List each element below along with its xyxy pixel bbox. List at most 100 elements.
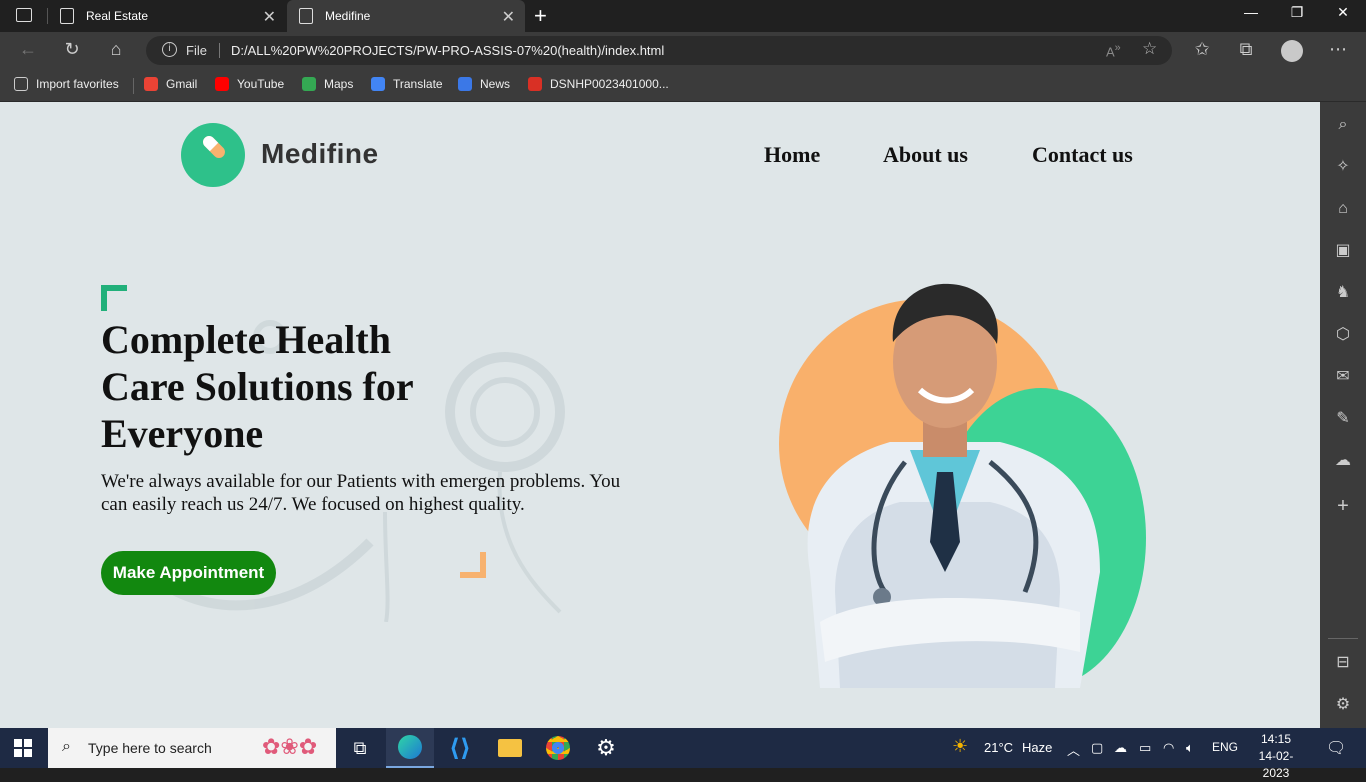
weather-icon[interactable]: ☀: [952, 736, 968, 757]
scheme-label: File: [186, 43, 207, 58]
settings-app-icon[interactable]: ⚙: [582, 728, 630, 768]
shopping-tag-icon[interactable]: ⌂: [1332, 198, 1354, 220]
file-explorer-icon[interactable]: [486, 728, 534, 768]
youtube-icon: [215, 77, 229, 91]
onedrive-icon[interactable]: ☁: [1114, 740, 1127, 756]
favorites-icon[interactable]: ✩: [1188, 39, 1216, 60]
close-window-icon[interactable]: ✕: [1320, 4, 1366, 21]
flowers-icon: ✿❀✿: [262, 734, 318, 759]
bookmark-label: Translate: [393, 77, 443, 91]
new-tab-button[interactable]: +: [534, 3, 547, 29]
pdf-icon: [528, 77, 542, 91]
page-icon: [299, 8, 313, 24]
taskbar-search-input[interactable]: ⌕ Type here to search ✿❀✿: [48, 728, 336, 768]
nav-about-us[interactable]: About us: [883, 142, 968, 168]
weather-temp[interactable]: 21°C: [984, 740, 1013, 755]
info-icon[interactable]: i: [162, 42, 177, 57]
address-bar-row: ← ↻ ⌂ i File D:/ALL%20PW%20PROJECTS/PW-P…: [0, 32, 1366, 69]
doctor-image: [807, 283, 1100, 688]
minimize-icon[interactable]: —: [1228, 4, 1274, 20]
bookmark-label: Maps: [324, 77, 354, 91]
bookmark-youtube[interactable]: YouTube: [215, 77, 284, 91]
bookmark-label: Import favorites: [36, 77, 119, 91]
wifi-icon[interactable]: ◠: [1163, 740, 1174, 756]
tools-icon[interactable]: ▣: [1332, 240, 1354, 262]
logo-text[interactable]: Medifine: [261, 138, 379, 170]
clock-date: 14-02-2023: [1258, 749, 1294, 780]
url-separator: [219, 43, 220, 58]
corner-accent-orange: [460, 552, 486, 578]
meet-now-icon[interactable]: ▢: [1091, 740, 1103, 756]
battery-icon[interactable]: ▭: [1139, 740, 1151, 756]
translate-icon: [371, 77, 385, 91]
tab-real-estate[interactable]: Real Estate ✕: [48, 0, 286, 32]
search-icon[interactable]: ⌕: [1332, 114, 1354, 136]
tab-medifine[interactable]: Medifine ✕: [287, 0, 525, 32]
show-hidden-icons-icon[interactable]: ︿: [1067, 740, 1080, 759]
url-text: D:/ALL%20PW%20PROJECTS/PW-PRO-ASSIS-07%2…: [231, 43, 665, 58]
notifications-icon[interactable]: 🗨︎: [1326, 738, 1346, 758]
weather-condition[interactable]: Haze: [1022, 740, 1052, 755]
sidebar-divider: [1328, 638, 1358, 639]
make-appointment-button[interactable]: Make Appointment: [101, 551, 276, 595]
tab-title: Medifine: [325, 9, 371, 23]
nav-contact-us[interactable]: Contact us: [1032, 142, 1133, 168]
chrome-app-icon[interactable]: [534, 728, 582, 768]
page-icon: [60, 8, 74, 24]
close-tab-icon[interactable]: ✕: [263, 7, 276, 27]
search-icon: ⌕: [62, 738, 71, 755]
maps-icon: [302, 77, 316, 91]
add-favorite-icon[interactable]: ☆: [1142, 39, 1157, 59]
logo-icon[interactable]: [181, 123, 245, 187]
volume-icon[interactable]: 🔈︎: [1186, 740, 1194, 756]
bookmark-gmail[interactable]: Gmail: [144, 77, 197, 91]
collections-icon[interactable]: ⧉: [1232, 39, 1260, 60]
back-icon[interactable]: ←: [14, 39, 42, 60]
clock[interactable]: 14:15 14-02-2023: [1246, 731, 1306, 782]
tab-actions-icon[interactable]: [16, 8, 32, 22]
hero-description: We're always available for our Patients …: [101, 471, 621, 515]
games-icon[interactable]: ♞: [1332, 282, 1354, 304]
outlook-icon[interactable]: ✉: [1332, 366, 1354, 388]
microsoft-365-icon[interactable]: ⬡: [1332, 324, 1354, 346]
vscode-app-icon[interactable]: ⟨⟩: [436, 728, 484, 768]
drop-icon[interactable]: ✎: [1332, 408, 1354, 430]
cloud-icon[interactable]: ☁: [1332, 450, 1354, 472]
hero-title: Complete Health Care Solutions for Every…: [101, 317, 413, 456]
more-icon[interactable]: ⋯: [1324, 39, 1352, 60]
bookmark-translate[interactable]: Translate: [371, 77, 443, 91]
bookmark-label: News: [480, 77, 511, 91]
settings-icon[interactable]: ⚙: [1332, 694, 1354, 716]
refresh-icon[interactable]: ↻: [58, 39, 86, 60]
close-tab-icon[interactable]: ✕: [502, 7, 515, 27]
bookmark-pdf[interactable]: DSNHP0023401000...: [528, 77, 669, 91]
address-input[interactable]: i File D:/ALL%20PW%20PROJECTS/PW-PRO-ASS…: [146, 36, 1172, 65]
import-icon: [14, 77, 28, 91]
clock-time: 14:15: [1260, 732, 1292, 746]
language-indicator[interactable]: ENG: [1212, 740, 1238, 754]
nav-home[interactable]: Home: [764, 142, 820, 168]
tab-title: Real Estate: [86, 9, 149, 23]
copilot-icon[interactable]: ✧: [1332, 156, 1354, 178]
windows-start-icon[interactable]: [14, 739, 32, 757]
restore-icon[interactable]: ❐: [1274, 4, 1320, 21]
bookmark-import-favorites[interactable]: Import favorites: [14, 77, 119, 91]
home-icon[interactable]: ⌂: [102, 39, 130, 60]
bookmark-label: DSNHP0023401000...: [550, 77, 669, 91]
edge-app-icon[interactable]: [386, 728, 434, 768]
bookmark-maps[interactable]: Maps: [302, 77, 353, 91]
read-aloud-icon[interactable]: A»: [1106, 42, 1121, 59]
bookmark-label: Gmail: [166, 77, 198, 91]
bookmark-divider: [133, 78, 134, 94]
bookmark-news[interactable]: News: [458, 77, 510, 91]
split-screen-icon[interactable]: ⊟: [1332, 652, 1354, 674]
profile-avatar[interactable]: [1281, 40, 1303, 62]
corner-accent-green: [101, 285, 127, 311]
pill-icon: [200, 133, 228, 161]
add-icon[interactable]: +: [1332, 495, 1354, 517]
page-viewport: Medifine Home About us Contact us Comple…: [0, 102, 1320, 728]
windows-taskbar: ⌕ Type here to search ✿❀✿ ⧉ ⟨⟩ ⚙ ☀ 21°C …: [0, 728, 1366, 780]
task-view-icon[interactable]: ⧉: [336, 728, 384, 768]
search-placeholder: Type here to search: [88, 740, 212, 756]
bookmark-label: YouTube: [237, 77, 285, 91]
